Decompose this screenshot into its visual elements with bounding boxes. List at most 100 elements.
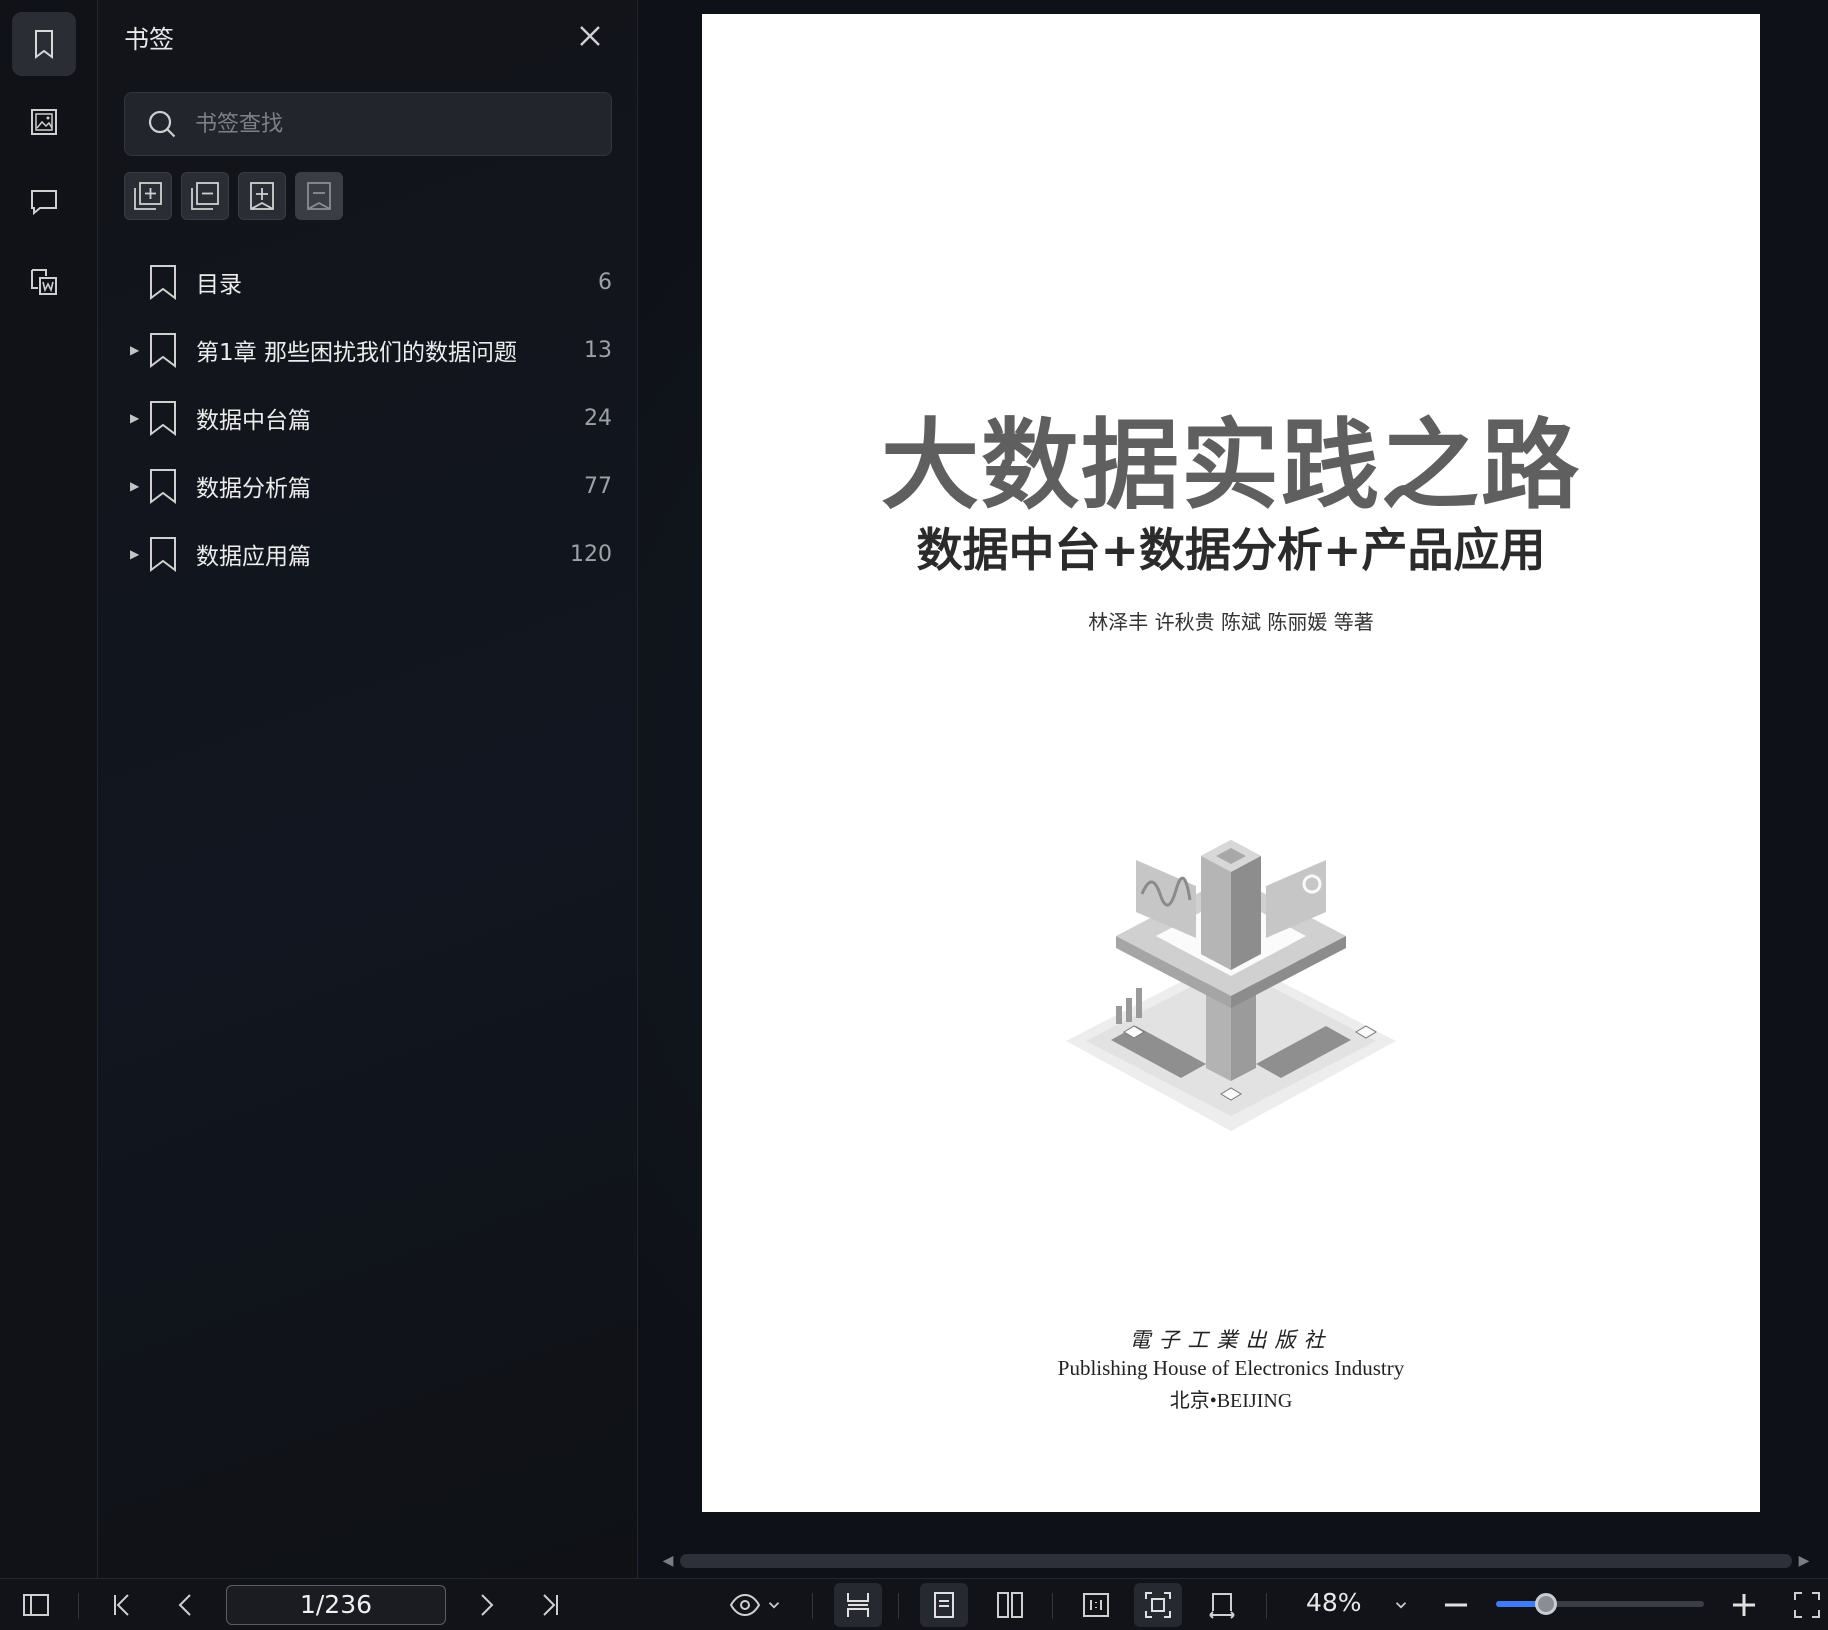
double-page-button[interactable] bbox=[990, 1587, 1030, 1623]
expand-caret-icon[interactable]: ▶ bbox=[130, 547, 142, 561]
bookmark-label: 数据分析篇 bbox=[196, 476, 311, 502]
single-page-button[interactable] bbox=[920, 1583, 968, 1627]
expand-all-icon bbox=[134, 182, 162, 210]
continuous-scroll-icon bbox=[847, 1593, 869, 1617]
scroll-right-icon[interactable]: ▶ bbox=[1792, 1553, 1816, 1569]
bookmark-item[interactable]: ▶ 第1章 那些困扰我们的数据问题 13 bbox=[98, 316, 638, 384]
fit-width-button[interactable] bbox=[1202, 1587, 1242, 1623]
bookmark-panel: 书签 目录 6 ▶ 第1章 那些困扰我们的数据问题 13 bbox=[98, 0, 638, 1578]
zoom-slider-thumb[interactable] bbox=[1534, 1593, 1557, 1615]
bookmark-icon bbox=[150, 537, 176, 572]
continuous-scroll-button[interactable] bbox=[834, 1583, 882, 1627]
zoom-dropdown-button[interactable] bbox=[1386, 1587, 1416, 1623]
fit-width-icon bbox=[1209, 1593, 1235, 1619]
comment-icon bbox=[31, 190, 57, 216]
expand-caret-icon[interactable]: ▶ bbox=[130, 411, 142, 425]
bookmark-label: 数据中台篇 bbox=[196, 408, 311, 434]
bookmark-icon bbox=[150, 469, 176, 504]
thumbnails-tab-button[interactable] bbox=[12, 90, 76, 154]
fullscreen-icon bbox=[1794, 1592, 1820, 1618]
add-bookmark-button[interactable] bbox=[238, 172, 286, 220]
document-page: 大数据实践之路 数据中台+数据分析+产品应用 林泽丰 许秋贵 陈斌 陈丽媛 等著 bbox=[702, 14, 1760, 1512]
expand-caret-icon[interactable]: ▶ bbox=[130, 343, 142, 357]
last-page-button[interactable] bbox=[532, 1587, 568, 1623]
page-number-input[interactable]: 1/236 bbox=[226, 1585, 446, 1625]
bookmark-label: 第1章 那些困扰我们的数据问题 bbox=[196, 340, 517, 366]
chevron-left-icon bbox=[178, 1594, 191, 1616]
bookmark-item[interactable]: ▶ 数据中台篇 24 bbox=[98, 384, 638, 452]
comments-tab-button[interactable] bbox=[12, 170, 76, 234]
chevron-down-icon bbox=[768, 1602, 780, 1609]
publisher-city: 北京•BEIJING bbox=[1169, 1390, 1293, 1412]
remove-bookmark-button[interactable] bbox=[295, 172, 343, 220]
chevron-down-icon bbox=[1395, 1602, 1407, 1609]
bookmark-icon bbox=[150, 401, 176, 436]
scrollbar-thumb[interactable] bbox=[680, 1554, 1792, 1568]
horizontal-scrollbar[interactable]: ◀ ▶ bbox=[656, 1552, 1816, 1570]
bookmark-search bbox=[124, 92, 612, 156]
bookmark-icon bbox=[35, 30, 53, 59]
search-icon bbox=[148, 110, 176, 138]
bookmark-search-input[interactable] bbox=[195, 111, 595, 137]
minus-icon bbox=[1445, 1603, 1467, 1607]
bookmark-page-number: 24 bbox=[584, 405, 612, 431]
sidebar-toggle-icon bbox=[23, 1594, 49, 1616]
toggle-sidebar-button[interactable] bbox=[18, 1587, 54, 1623]
actual-size-button[interactable] bbox=[1076, 1587, 1116, 1623]
scroll-left-icon[interactable]: ◀ bbox=[656, 1553, 680, 1569]
actual-size-icon bbox=[1083, 1593, 1109, 1617]
zoom-level: 48% bbox=[1306, 1588, 1362, 1617]
fit-page-icon bbox=[1145, 1592, 1171, 1618]
next-page-button[interactable] bbox=[468, 1587, 504, 1623]
bookmark-icon bbox=[150, 333, 176, 368]
single-page-icon bbox=[934, 1592, 954, 1618]
previous-page-button[interactable] bbox=[168, 1587, 204, 1623]
fit-page-button[interactable] bbox=[1134, 1583, 1182, 1627]
double-page-icon bbox=[997, 1592, 1023, 1618]
isometric-data-tower-illustration bbox=[1066, 840, 1396, 1131]
left-rail bbox=[0, 0, 98, 1578]
zoom-slider[interactable] bbox=[1496, 1593, 1704, 1615]
view-mode-dropdown[interactable] bbox=[726, 1587, 786, 1623]
book-title: 大数据实践之路 bbox=[880, 408, 1581, 523]
book-authors: 林泽丰 许秋贵 陈斌 陈丽媛 等著 bbox=[1088, 610, 1374, 634]
bookmark-item[interactable]: ▶ 数据分析篇 77 bbox=[98, 452, 638, 520]
bookmark-icon bbox=[150, 265, 176, 300]
image-icon bbox=[31, 109, 57, 135]
bookmark-label: 目录 bbox=[196, 272, 242, 298]
first-page-button[interactable] bbox=[104, 1587, 140, 1623]
bookmarks-tab-button[interactable] bbox=[12, 12, 76, 76]
collapse-all-icon bbox=[191, 182, 219, 210]
bookmark-item[interactable]: 目录 6 bbox=[98, 248, 638, 316]
publisher-name-chinese: 電子工業出版社 bbox=[1129, 1328, 1333, 1352]
fullscreen-button[interactable] bbox=[1790, 1587, 1824, 1623]
document-viewer[interactable]: 大数据实践之路 数据中台+数据分析+产品应用 林泽丰 许秋贵 陈斌 陈丽媛 等著 bbox=[638, 0, 1828, 1578]
bottom-toolbar: 1/236 48% bbox=[0, 1578, 1828, 1630]
bookmark-list: 目录 6 ▶ 第1章 那些困扰我们的数据问题 13 ▶ 数据中台篇 24 ▶ 数… bbox=[98, 248, 638, 588]
chevron-right-icon bbox=[481, 1594, 494, 1616]
convert-tab-button[interactable] bbox=[12, 250, 76, 314]
book-subtitle: 数据中台+数据分析+产品应用 bbox=[916, 523, 1546, 577]
first-page-icon bbox=[114, 1594, 129, 1616]
collapse-all-button[interactable] bbox=[181, 172, 229, 220]
eye-icon bbox=[729, 1593, 761, 1617]
bookmark-page-number: 77 bbox=[584, 473, 612, 499]
publisher-name-english: Publishing House of Electronics Industry bbox=[1057, 1356, 1405, 1380]
close-icon[interactable] bbox=[574, 20, 606, 52]
plus-icon bbox=[1733, 1594, 1755, 1616]
bookmark-label: 数据应用篇 bbox=[196, 544, 311, 570]
last-page-icon bbox=[543, 1594, 558, 1616]
zoom-out-button[interactable] bbox=[1438, 1587, 1474, 1623]
bookmark-page-number: 6 bbox=[598, 269, 612, 295]
zoom-in-button[interactable] bbox=[1726, 1587, 1762, 1623]
remove-bookmark-icon bbox=[307, 182, 331, 210]
bookmark-toolbar bbox=[124, 172, 343, 220]
bookmark-item[interactable]: ▶ 数据应用篇 120 bbox=[98, 520, 638, 588]
add-bookmark-icon bbox=[250, 182, 274, 210]
bookmark-page-number: 120 bbox=[570, 541, 612, 567]
expand-all-button[interactable] bbox=[124, 172, 172, 220]
bookmark-page-number: 13 bbox=[584, 337, 612, 363]
expand-caret-icon[interactable]: ▶ bbox=[130, 479, 142, 493]
panel-title: 书签 bbox=[124, 25, 175, 54]
word-convert-icon bbox=[31, 269, 57, 295]
